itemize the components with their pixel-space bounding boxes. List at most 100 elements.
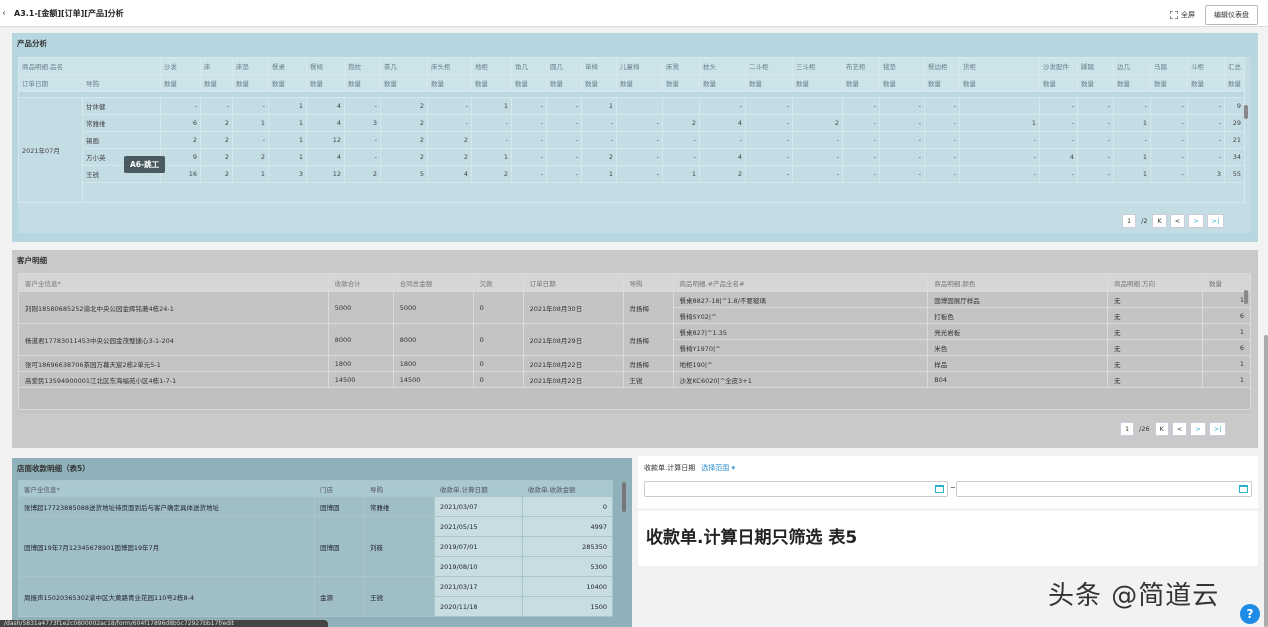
value-cell: - [344, 131, 381, 149]
column-header[interactable]: 合同总金额 [392, 273, 474, 292]
guide-cell: 王锐 [364, 576, 435, 617]
color-cell: 固博固展厅样品 [927, 291, 1109, 308]
column-header[interactable]: 三斗柜 [792, 57, 843, 75]
pager-prev-button[interactable]: < [1169, 214, 1186, 228]
customer-table-wrap: 客户全信息* 收款合计 合同总金额 欠款 订单日期 导购 商品明细.#产品全名# 商品明细.颜… [18, 273, 1251, 413]
select-range-dropdown[interactable]: 选择范围 ▾ [701, 463, 735, 473]
column-header[interactable]: 马踏 [1150, 57, 1188, 75]
column-header[interactable]: 商品明细.方向 [1107, 273, 1203, 292]
column-header[interactable]: 布艺柜 [842, 57, 880, 75]
value-cell: 12 [306, 131, 345, 149]
value-cell [792, 97, 843, 115]
column-header[interactable]: 床垫 [232, 57, 269, 75]
pager-last-button[interactable]: >| [1208, 422, 1227, 436]
column-header[interactable]: 角几 [511, 57, 547, 75]
direction-cell: 无 [1107, 307, 1203, 324]
column-header[interactable]: 边几 [1113, 57, 1151, 75]
column-header[interactable]: 客户全信息* [18, 273, 329, 292]
column-header[interactable]: 订单日期 [522, 273, 624, 292]
measure-header: 数量 [699, 74, 746, 92]
guide-cell: 王锐 [622, 371, 674, 388]
column-header[interactable]: 床凳 [662, 57, 700, 75]
column-header[interactable]: 抱枕 [344, 57, 381, 75]
column-header[interactable]: 斗柜 [1187, 57, 1225, 75]
page-scrollbar[interactable] [1264, 335, 1268, 627]
pager-last-button[interactable]: >| [1206, 214, 1225, 228]
column-header[interactable]: 收款单.收款金额 [522, 480, 613, 497]
column-header[interactable]: 收款单.计算日期 [434, 480, 523, 497]
column-header[interactable]: 货柜 [959, 57, 1040, 75]
column-header[interactable]: 圆几 [546, 57, 582, 75]
calendar-icon[interactable] [1239, 485, 1248, 493]
column-header[interactable]: 沙发 [160, 57, 201, 75]
start-date-input[interactable] [644, 481, 948, 497]
measure-header: 数量 [160, 74, 201, 92]
column-header[interactable]: 茶几 [380, 57, 428, 75]
column-header[interactable]: 欠款 [472, 273, 524, 292]
column-header[interactable]: 商品明细.颜色 [927, 273, 1109, 292]
column-header[interactable]: 汇总 [1224, 57, 1245, 75]
table-row: 固博固19年7月12345678901固博固19年7月 固博固 刘筱 2021/05/… [18, 516, 613, 577]
measure-header: 数量 [662, 74, 700, 92]
column-header[interactable]: 地柜 [471, 57, 512, 75]
value-cell: - [427, 97, 472, 115]
vertical-scrollbar[interactable] [1244, 105, 1248, 119]
pager-prev-button[interactable]: < [1171, 422, 1188, 436]
column-header[interactable]: 客户全信息* [18, 480, 315, 497]
qty-cell: 1 [1201, 355, 1251, 372]
pager-current-page[interactable]: 1 [1120, 422, 1135, 436]
receipt-amount-cell: 0 [522, 496, 613, 517]
pager-first-button[interactable]: K [1152, 214, 1167, 228]
value-cell: - [1187, 148, 1225, 166]
pager-first-button[interactable]: K [1154, 422, 1169, 436]
table-row: 常雅维 6 2 1 1 4 3 2- - - - - -2 4-2- - -1- -1- -29 [19, 114, 1245, 132]
chevron-left-icon[interactable]: ‹ [2, 8, 12, 19]
column-header[interactable]: 导购 [364, 480, 435, 497]
value-cell: - [160, 97, 201, 115]
direction-cell: 无 [1107, 339, 1203, 356]
help-button[interactable]: ? [1240, 604, 1260, 624]
value-cell: 2 [792, 114, 843, 132]
column-header[interactable]: 床 [200, 57, 233, 75]
pivot-table: 商品明细.品名 沙发床床垫 餐桌 餐椅 抱枕 茶几 床头柜 地柜 角几 圆几 单椅 儿童椅 床凳 枕头 二斗… [18, 57, 1245, 203]
pager-next-button[interactable]: > [1190, 422, 1206, 436]
column-header[interactable]: 单椅 [581, 57, 617, 75]
column-header[interactable]: 沙发配件 [1039, 57, 1078, 75]
column-header[interactable]: 二斗柜 [745, 57, 793, 75]
receipt-amount-cell: 285350 [522, 536, 613, 557]
value-cell: - [1150, 165, 1188, 183]
vertical-scrollbar[interactable] [622, 482, 626, 512]
value-cell: - [1150, 114, 1188, 132]
end-date-input[interactable] [956, 481, 1252, 497]
pager-next-button[interactable]: > [1188, 214, 1204, 228]
page-title: A3.1-[金额][订单][产品]分析 [14, 8, 124, 18]
column-header[interactable]: 商品明细.#产品全名# [672, 273, 929, 292]
edit-dashboard-button[interactable]: 编辑仪表盘 [1205, 5, 1258, 25]
column-header[interactable]: 儿童椅 [616, 57, 663, 75]
value-cell: - [745, 165, 793, 183]
column-header[interactable]: 床头柜 [427, 57, 472, 75]
value-cell: - [344, 97, 381, 115]
column-header[interactable]: 收款合计 [327, 273, 394, 292]
value-cell: 2 [427, 131, 472, 149]
column-header[interactable]: 餐边柜 [924, 57, 960, 75]
guide-cell: 常雅维 [364, 496, 435, 517]
fullscreen-button[interactable]: 全屏 [1170, 10, 1195, 20]
column-header[interactable]: 毯垫 [879, 57, 925, 75]
column-header[interactable]: 脚踏 [1077, 57, 1114, 75]
column-header[interactable]: 枕头 [699, 57, 746, 75]
product-cell: 沙发KC6020|^全皮3+1 [672, 371, 929, 388]
table-row: 杨道君17783011453中央公园金茂璧捷心3-1-204 8000 8000 0 2… [18, 323, 1251, 356]
guide-cell: 甘休健 [82, 97, 161, 115]
vertical-scrollbar[interactable] [1244, 290, 1248, 304]
column-header[interactable]: 数量 [1201, 273, 1251, 292]
column-header[interactable]: 餐桌 [268, 57, 307, 75]
column-header[interactable]: 门店 [314, 480, 365, 497]
color-cell: 米色 [927, 339, 1109, 356]
owed-cell: 0 [472, 291, 524, 324]
calendar-icon[interactable] [935, 485, 944, 493]
column-header[interactable]: 导购 [622, 273, 674, 292]
pager-current-page[interactable]: 1 [1122, 214, 1137, 228]
value-cell: - [1113, 97, 1151, 115]
column-header[interactable]: 餐椅 [306, 57, 345, 75]
